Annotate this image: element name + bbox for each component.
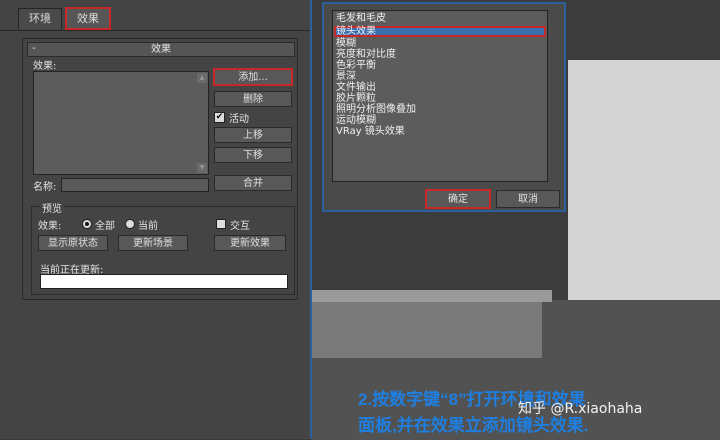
preview-effects-label: 效果: [38,221,62,232]
effects-list-label: 效果: [33,61,57,72]
current-radio[interactable] [125,219,135,229]
effect-type-item[interactable]: 文件输出 [336,82,376,93]
effect-type-item[interactable]: 毛发和毛皮 [336,13,386,24]
preview-group: 预览 效果: 全部 当前 交互 显示原状态 更新场景 更新效果 当前正在更新: [31,200,295,295]
show-original-button[interactable]: 显示原状态 [38,235,108,251]
update-effect-button[interactable]: 更新效果 [214,235,286,251]
effect-type-item[interactable]: 色彩平衡 [336,60,376,71]
add-effect-dialog: 毛发和毛皮 镜头效果 模糊 亮度和对比度 色彩平衡 景深 文件输出 胶片颗粒 照… [322,2,566,212]
scroll-down-icon[interactable]: ▼ [197,163,207,173]
name-label: 名称: [33,182,57,193]
environment-effects-panel: 环境 效果 - 效果 效果: ▲ ▼ 添加... 删除 ✔ 活动 上移 下移 名… [0,0,312,439]
tab-bar: 环境 效果 [0,0,310,31]
interactive-checkbox[interactable] [216,219,226,229]
tab-effects[interactable]: 效果 [65,7,111,30]
move-down-button[interactable]: 下移 [214,147,292,163]
interactive-label: 交互 [230,221,250,232]
add-effect-button[interactable]: 添加... [213,68,293,86]
effects-list[interactable]: ▲ ▼ [33,71,209,175]
scene-step-top [312,290,552,302]
active-checkbox[interactable]: ✔ [214,112,225,123]
move-up-button[interactable]: 上移 [214,127,292,143]
preview-group-label: 预览 [40,200,64,215]
rollout-title: 效果 [151,44,171,55]
scene-step [312,302,542,358]
effect-type-item[interactable]: 照明分析图像叠加 [336,104,416,115]
update-progress-bar [40,274,288,289]
scroll-up-icon[interactable]: ▲ [197,73,207,83]
effect-type-item[interactable]: 景深 [336,71,356,82]
update-scene-button[interactable]: 更新场景 [118,235,188,251]
effect-type-item[interactable]: 亮度和对比度 [336,49,396,60]
all-label: 全部 [95,221,115,232]
delete-effect-button[interactable]: 删除 [214,91,292,107]
watermark: 知乎 @R.xiaohaha [518,401,643,417]
current-label: 当前 [138,221,158,232]
name-field[interactable] [61,178,209,192]
merge-button[interactable]: 合并 [214,175,292,191]
effects-rollout: - 效果 效果: ▲ ▼ 添加... 删除 ✔ 活动 上移 下移 名称: 合并 … [22,38,298,300]
rollout-header[interactable]: - 效果 [27,42,295,57]
all-radio[interactable] [82,219,92,229]
effect-type-item-selected[interactable]: 镜头效果 [336,26,376,37]
cancel-button[interactable]: 取消 [496,190,560,208]
effect-type-item[interactable]: 运动模糊 [336,115,376,126]
effect-type-item[interactable]: VRay 镜头效果 [336,126,405,137]
tab-environment[interactable]: 环境 [18,8,62,29]
effect-type-item[interactable]: 模糊 [336,38,356,49]
effect-type-list[interactable]: 毛发和毛皮 镜头效果 模糊 亮度和对比度 色彩平衡 景深 文件输出 胶片颗粒 照… [332,10,548,182]
ok-button[interactable]: 确定 [425,189,491,209]
effect-type-item[interactable]: 胶片颗粒 [336,93,376,104]
active-label: 活动 [229,114,249,125]
